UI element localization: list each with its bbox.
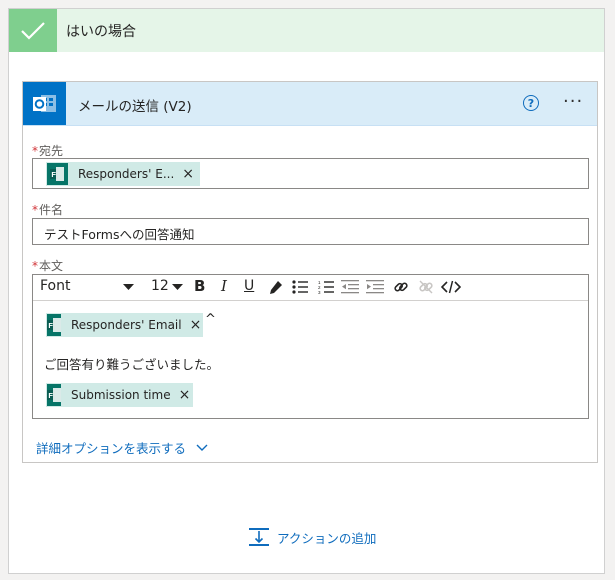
subject-value: テストFormsへの回答通知 — [44, 227, 195, 242]
add-action-label: アクションの追加 — [277, 530, 377, 546]
close-icon[interactable]: × — [190, 317, 202, 333]
add-action-button[interactable]: アクションの追加 — [249, 527, 376, 547]
svg-text:F: F — [48, 391, 53, 400]
body-field-label: *本文 — [32, 257, 63, 274]
outdent-icon[interactable] — [341, 280, 359, 294]
numbered-list-icon[interactable]: 123 — [318, 280, 334, 294]
indent-icon[interactable] — [366, 280, 384, 294]
svg-text:F: F — [52, 170, 57, 179]
size-select[interactable]: 12 — [151, 278, 169, 294]
code-icon[interactable] — [441, 280, 461, 294]
required-mark: * — [32, 259, 38, 273]
send-email-action-card: メールの送信 (V2) ? ··· *宛先 F Responders' E...… — [22, 81, 598, 463]
bold-icon[interactable]: B — [194, 277, 205, 295]
add-action-icon — [249, 528, 269, 546]
close-icon[interactable]: × — [182, 166, 194, 182]
condition-yes-header[interactable]: はいの場合 — [9, 9, 604, 52]
chevron-down-icon — [196, 444, 208, 451]
chevron-down-icon[interactable] — [123, 284, 134, 291]
show-advanced-options-link[interactable]: 詳細オプションを表示する — [36, 438, 208, 457]
subject-field-label: *件名 — [32, 201, 63, 218]
required-mark: * — [32, 203, 38, 217]
help-icon[interactable]: ? — [523, 95, 539, 111]
highlight-icon[interactable] — [269, 280, 283, 295]
checkmark-icon — [9, 9, 57, 52]
link-icon[interactable] — [393, 279, 409, 295]
more-icon[interactable]: ··· — [563, 91, 583, 112]
caret-mark: ^ — [205, 312, 216, 327]
advanced-options-label: 詳細オプションを表示する — [36, 441, 187, 456]
required-mark: * — [32, 144, 38, 158]
responders-email-token[interactable]: F Responders' Email × — [46, 313, 203, 337]
italic-icon[interactable]: I — [221, 277, 227, 295]
condition-yes-panel: はいの場合 メールの送信 (V2) ? ··· *宛先 F Responders… — [8, 8, 605, 574]
token-label: Responders' Email — [71, 318, 182, 332]
body-editor[interactable]: Font 12 B I U 123 F Responders' Email × … — [32, 274, 589, 419]
submission-time-token[interactable]: F Submission time × — [46, 383, 193, 407]
subject-input[interactable]: テストFormsへの回答通知 — [32, 218, 589, 245]
forms-icon: F — [47, 314, 61, 336]
font-select[interactable]: Font — [40, 278, 70, 294]
close-icon[interactable]: × — [179, 387, 191, 403]
underline-icon[interactable]: U — [244, 278, 254, 294]
body-label-text: 本文 — [39, 259, 64, 273]
svg-text:3: 3 — [318, 290, 321, 294]
forms-icon: F — [47, 163, 68, 185]
subject-label-text: 件名 — [39, 203, 64, 217]
token-label: Responders' E... — [77, 167, 175, 181]
to-field[interactable]: F Responders' E... × — [32, 158, 589, 189]
forms-icon: F — [47, 384, 61, 406]
outlook-icon — [23, 82, 66, 125]
action-header[interactable]: メールの送信 (V2) ? ··· — [23, 82, 597, 126]
to-field-label: *宛先 — [32, 142, 63, 159]
token-label: Submission time — [71, 388, 171, 402]
chevron-down-icon[interactable] — [172, 284, 183, 291]
body-text: ご回答有り難うございました。 — [44, 357, 220, 372]
unlink-icon[interactable] — [418, 279, 434, 295]
bullet-list-icon[interactable] — [292, 280, 308, 294]
condition-yes-title: はいの場合 — [66, 24, 136, 40]
to-label-text: 宛先 — [39, 144, 64, 158]
svg-text:F: F — [48, 321, 53, 330]
action-title: メールの送信 (V2) — [78, 99, 192, 115]
responders-email-token[interactable]: F Responders' E... × — [46, 162, 200, 186]
rich-text-toolbar: Font 12 B I U 123 — [33, 275, 588, 301]
